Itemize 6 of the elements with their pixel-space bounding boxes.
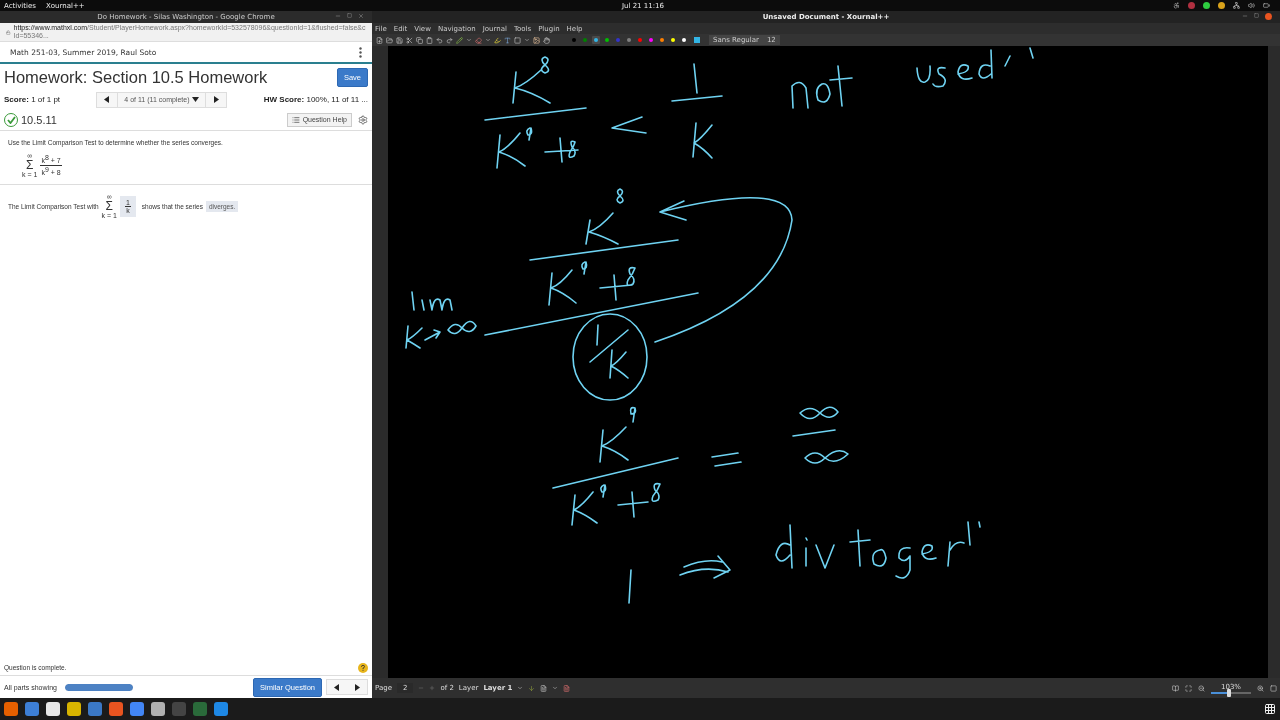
sigma-symbol: Σ [25,159,34,171]
question-number: 10.5.11 [21,113,57,126]
page-heading: Homework: Section 10.5 Homework [4,68,268,87]
score-text: Score: 1 of 1 pt [4,95,61,104]
hw-score-text: HW Score: 100%, 11 of 11 ... [263,95,368,104]
sigma-symbol: Σ [105,200,113,212]
